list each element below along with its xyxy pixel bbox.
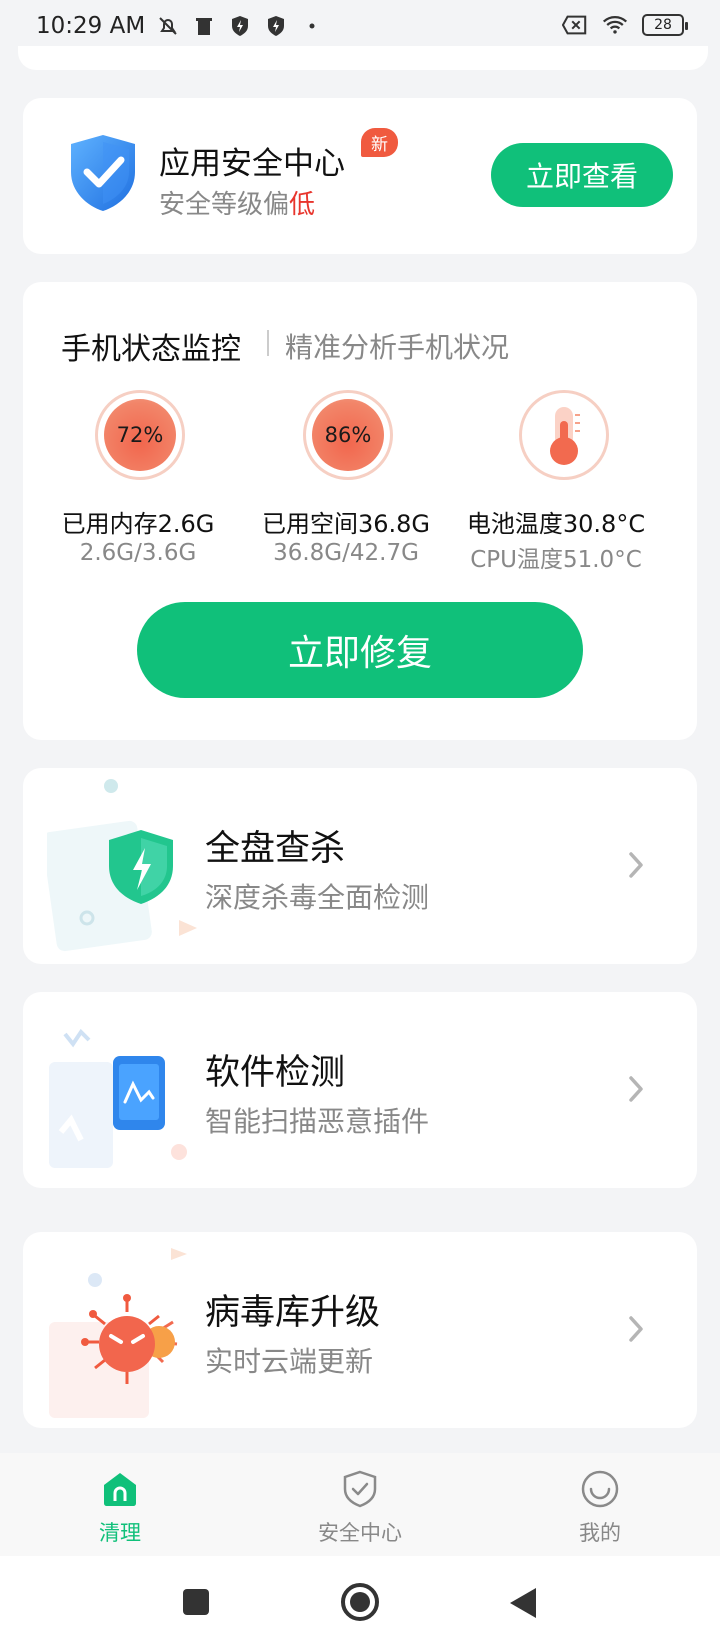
phone-scan-icon <box>47 992 197 1188</box>
cpu-temp-label: CPU温度51.0°C <box>470 547 642 573</box>
chevron-right-icon <box>625 848 649 882</box>
app-detect-title: 软件检测 <box>205 1053 346 1093</box>
recents-button[interactable] <box>182 1588 210 1620</box>
trash-icon <box>191 13 217 39</box>
back-button[interactable] <box>508 1586 538 1624</box>
nav-item-me[interactable]: 我的 <box>480 1453 720 1556</box>
chevron-right-icon <box>625 1312 649 1346</box>
security-center-card[interactable]: 应用安全中心 新 安全等级偏低 立即查看 <box>23 98 697 254</box>
sim-x-icon <box>562 12 588 38</box>
monitor-subtitle: 精准分析手机状况 <box>285 331 510 364</box>
view-now-button[interactable]: 立即查看 <box>491 143 673 207</box>
battery-icon: 28 <box>642 14 688 36</box>
app-detect-subtitle: 智能扫描恶意插件 <box>205 1105 430 1138</box>
chevron-right-icon <box>625 1072 649 1106</box>
mute-icon <box>155 13 181 39</box>
home-icon <box>100 1469 140 1509</box>
monitor-title: 手机状态监控 <box>61 332 241 367</box>
shield-check-icon <box>340 1469 380 1509</box>
title-divider <box>267 330 269 356</box>
bottom-navigation: 清理 安全中心 我的 <box>0 1453 720 1556</box>
system-navigation-bar <box>0 1556 720 1650</box>
security-center-title: 应用安全中心 <box>159 146 345 182</box>
battery-level: 28 <box>654 17 672 33</box>
wifi-icon <box>602 12 628 38</box>
status-time: 10:29 AM <box>36 13 146 39</box>
shield-lightning-icon <box>42 768 197 964</box>
storage-gauge: 86% <box>303 390 393 480</box>
fix-now-button[interactable]: 立即修复 <box>137 602 583 698</box>
virus-db-subtitle: 实时云端更新 <box>205 1345 374 1378</box>
home-button[interactable] <box>340 1582 380 1626</box>
new-badge: 新 <box>361 128 398 157</box>
security-level-prefix: 安全等级偏 <box>159 190 290 220</box>
virus-db-title: 病毒库升级 <box>205 1293 381 1333</box>
storage-ratio: 36.8G/42.7G <box>273 540 419 566</box>
memory-used-label: 已用内存2.6G <box>61 510 215 538</box>
storage-gauge-fill: 86% <box>312 399 384 471</box>
status-bar: 10:29 AM 28 <box>0 0 720 52</box>
previous-card-edge <box>18 46 708 70</box>
nav-item-security[interactable]: 安全中心 <box>240 1453 480 1556</box>
storage-used-label: 已用空间36.8G <box>261 510 431 538</box>
dot-icon <box>299 13 325 39</box>
battery-temp-label: 电池温度30.8°C <box>466 510 646 538</box>
full-scan-title: 全盘查杀 <box>205 829 346 869</box>
security-level-value: 低 <box>289 190 316 220</box>
nav-item-clean[interactable]: 清理 <box>0 1453 240 1556</box>
memory-gauge-fill: 72% <box>104 399 176 471</box>
thermometer-icon <box>519 390 609 480</box>
smile-icon <box>580 1469 620 1509</box>
shield-bolt-icon <box>263 13 289 39</box>
security-level-text: 安全等级偏低 <box>159 184 315 221</box>
app-detect-card[interactable]: 软件检测 智能扫描恶意插件 <box>23 992 697 1188</box>
memory-gauge: 72% <box>95 390 185 480</box>
shield-check-icon <box>67 132 139 214</box>
shield-bolt-icon <box>227 13 253 39</box>
phone-monitor-card: 手机状态监控 精准分析手机状况 72% 已用内存2.6G 2.6G/3.6G 8… <box>23 282 697 740</box>
nav-label-clean: 清理 <box>99 1521 141 1545</box>
nav-label-me: 我的 <box>579 1521 621 1545</box>
full-scan-subtitle: 深度杀毒全面检测 <box>205 881 430 914</box>
virus-icon <box>47 1232 197 1428</box>
virus-db-card[interactable]: 病毒库升级 实时云端更新 <box>23 1232 697 1428</box>
nav-label-security: 安全中心 <box>318 1521 402 1545</box>
memory-ratio: 2.6G/3.6G <box>79 540 197 566</box>
full-scan-card[interactable]: 全盘查杀 深度杀毒全面检测 <box>23 768 697 964</box>
